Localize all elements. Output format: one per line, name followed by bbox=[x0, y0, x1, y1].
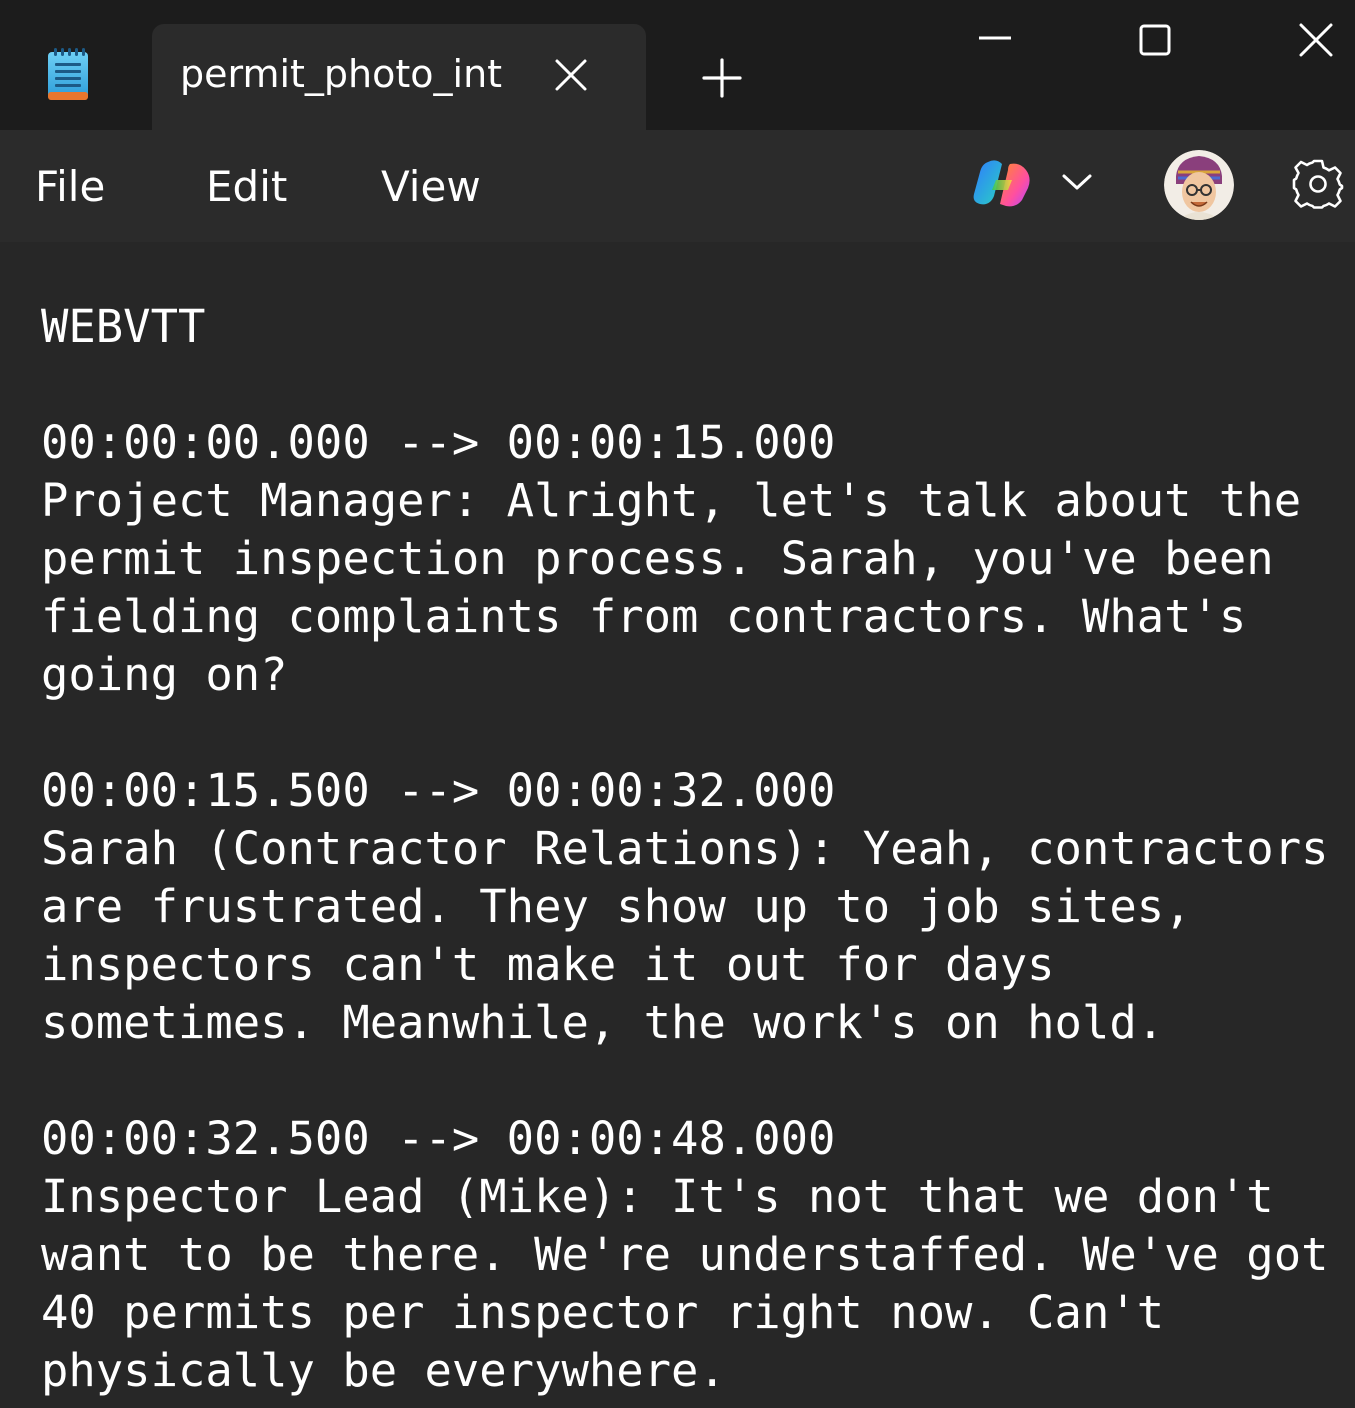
close-icon[interactable] bbox=[1292, 16, 1340, 64]
tab-permit-photo[interactable]: permit_photo_int bbox=[152, 24, 646, 130]
user-avatar-icon bbox=[1164, 150, 1234, 220]
notepad-window: permit_photo_int File Edit View WEBVTT 0… bbox=[0, 0, 1355, 1408]
minimize-icon[interactable] bbox=[970, 16, 1018, 64]
menu-file[interactable]: File bbox=[35, 162, 105, 211]
maximize-icon[interactable] bbox=[1131, 16, 1179, 64]
menu-view[interactable]: View bbox=[381, 162, 481, 211]
title-bar[interactable]: permit_photo_int bbox=[0, 0, 1355, 130]
chevron-down-icon[interactable] bbox=[1060, 170, 1094, 194]
plus-icon[interactable] bbox=[700, 56, 744, 100]
notepad-icon bbox=[48, 48, 88, 100]
gear-icon[interactable] bbox=[1292, 158, 1344, 210]
text-editor[interactable]: WEBVTT 00:00:00.000 --> 00:00:15.000 Pro… bbox=[0, 242, 1355, 1408]
tab-title: permit_photo_int bbox=[180, 52, 503, 96]
close-icon[interactable] bbox=[552, 56, 590, 94]
avatar[interactable] bbox=[1164, 150, 1234, 220]
menu-bar: File Edit View bbox=[0, 130, 1355, 242]
menu-edit[interactable]: Edit bbox=[206, 162, 287, 211]
editor-content[interactable]: WEBVTT 00:00:00.000 --> 00:00:15.000 Pro… bbox=[41, 298, 1329, 1400]
copilot-icon[interactable] bbox=[970, 156, 1034, 212]
